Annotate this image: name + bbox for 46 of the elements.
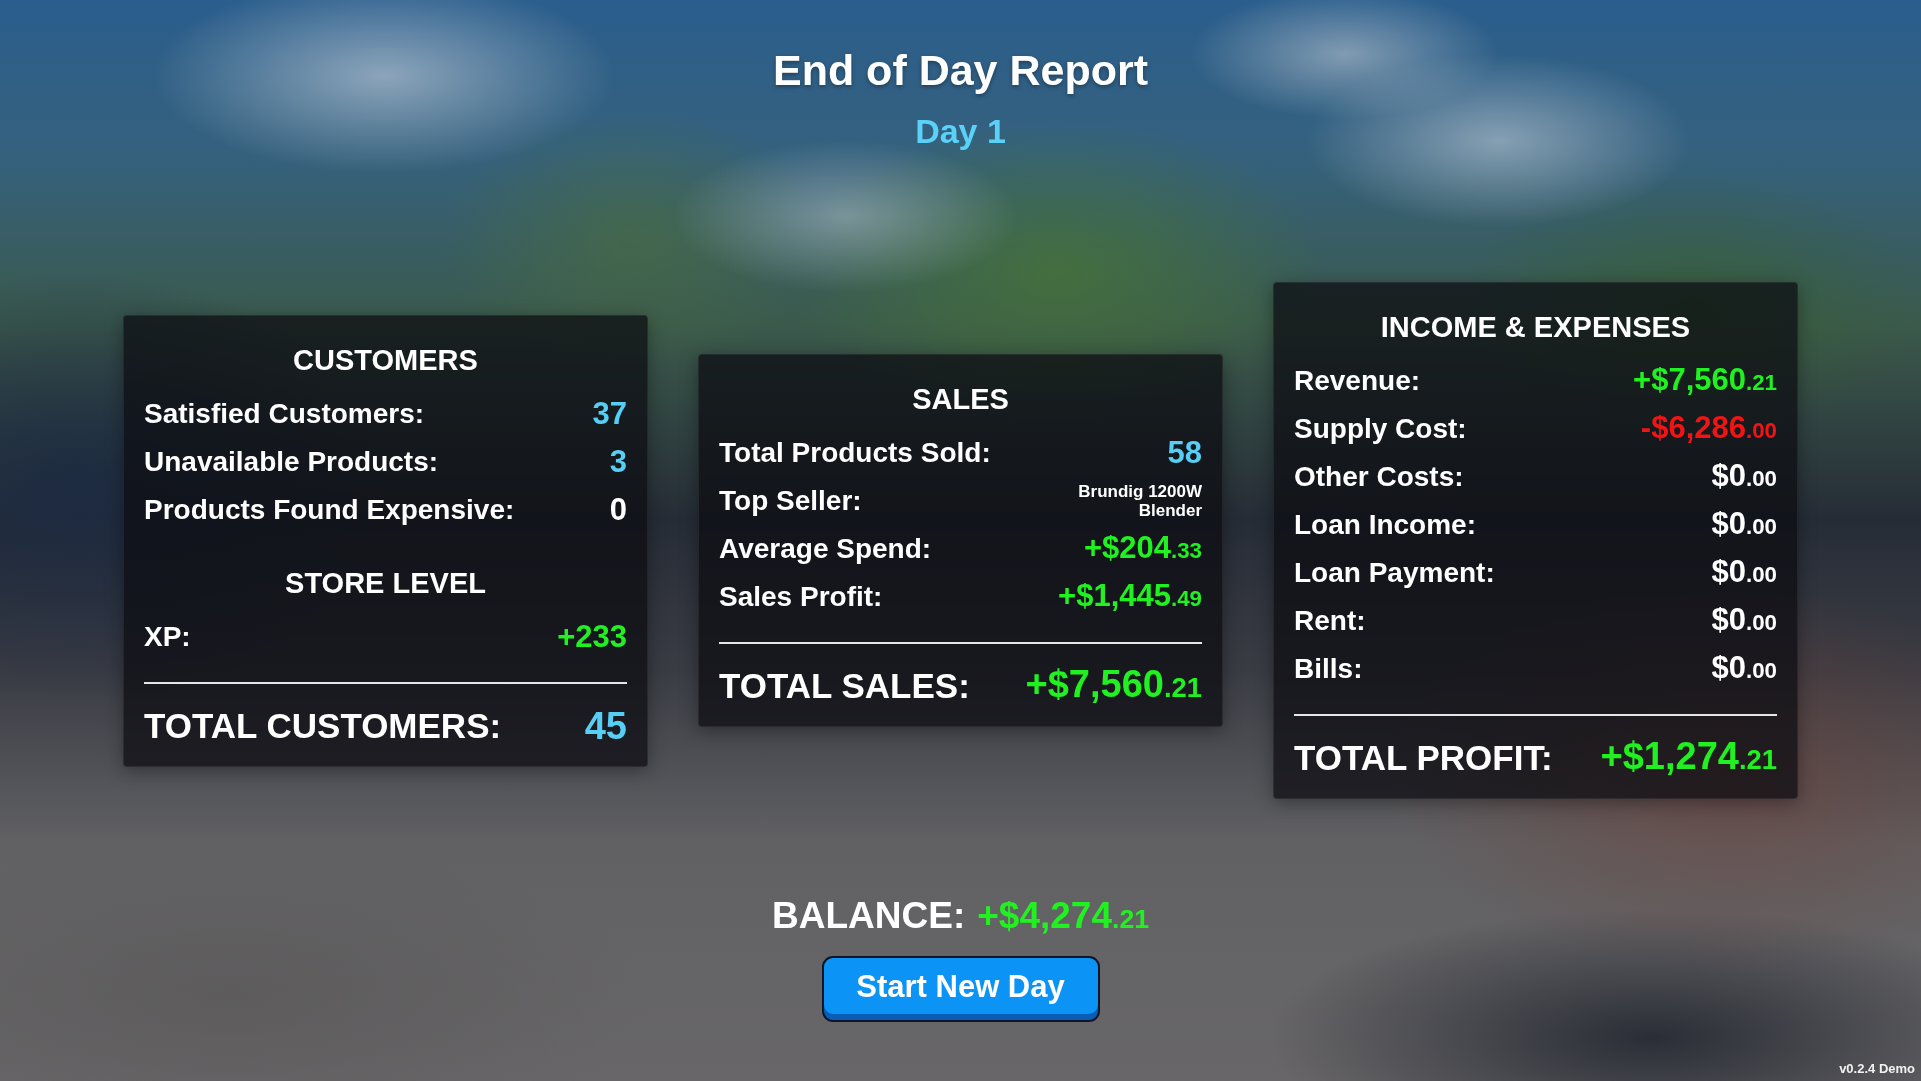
stat-label: Satisfied Customers: [144, 396, 425, 431]
money-amount: +$4,274.21 [977, 894, 1149, 938]
count-value: 45 [584, 703, 627, 748]
money-amount: +$204.33 [1083, 529, 1202, 567]
section-heading: CUSTOMERS [292, 342, 479, 378]
stat-label: Rent: [1294, 604, 1366, 638]
section-heading: INCOME & EXPENSES [1379, 310, 1692, 345]
product-name: Brundig 1200W Blender [1077, 482, 1202, 520]
money-amount: $0.00 [1711, 457, 1777, 495]
money-amount: -$6,286.00 [1640, 409, 1777, 447]
money-amount: +$1,445.49 [1058, 577, 1202, 615]
total-label: TOTAL SALES: [719, 665, 970, 707]
money-amount: $0.00 [1711, 649, 1777, 687]
total-label: TOTAL PROFIT: [1294, 737, 1553, 779]
count-value: 58 [1167, 435, 1202, 471]
stat-label: Products Found Expensive: [144, 492, 515, 527]
stat-label: Other Costs: [1294, 460, 1464, 494]
stat-label: Loan Income: [1294, 508, 1476, 542]
stat-label: XP: [144, 619, 191, 654]
money-amount: $0.00 [1711, 601, 1777, 639]
version-label: v0.2.4 Demo [1839, 1061, 1915, 1077]
money-amount: $0.00 [1711, 505, 1777, 543]
money-amount: $0.00 [1711, 553, 1777, 591]
stat-label: Top Seller: [719, 484, 862, 518]
day-label: Day 1 [915, 111, 1006, 151]
money-amount: +$1,274.21 [1600, 734, 1777, 779]
stat-label: Revenue: [1294, 364, 1421, 398]
section-heading: SALES [911, 382, 1010, 417]
start-new-day-button[interactable]: Start New Day [821, 956, 1100, 1022]
stat-label: Total Products Sold: [719, 436, 991, 470]
count-value: +233 [557, 618, 627, 655]
stat-label: Loan Payment: [1294, 556, 1495, 590]
stat-label: Sales Profit: [719, 580, 883, 614]
count-value: 37 [592, 395, 627, 432]
stat-label: Unavailable Products: [144, 444, 439, 479]
balance-label: BALANCE: [772, 894, 966, 938]
money-amount: +$7,560.21 [1025, 662, 1202, 707]
total-label: TOTAL CUSTOMERS: [144, 704, 502, 747]
money-amount: +$7,560.21 [1633, 361, 1777, 399]
stat-label: Average Spend: [719, 532, 932, 566]
section-heading: STORE LEVEL [284, 565, 487, 601]
count-value: 3 [609, 443, 627, 480]
stat-label: Supply Cost: [1294, 412, 1467, 446]
count-value: 0 [609, 491, 627, 528]
stat-label: Bills: [1294, 652, 1363, 686]
report-title: End of Day Report [772, 45, 1149, 95]
